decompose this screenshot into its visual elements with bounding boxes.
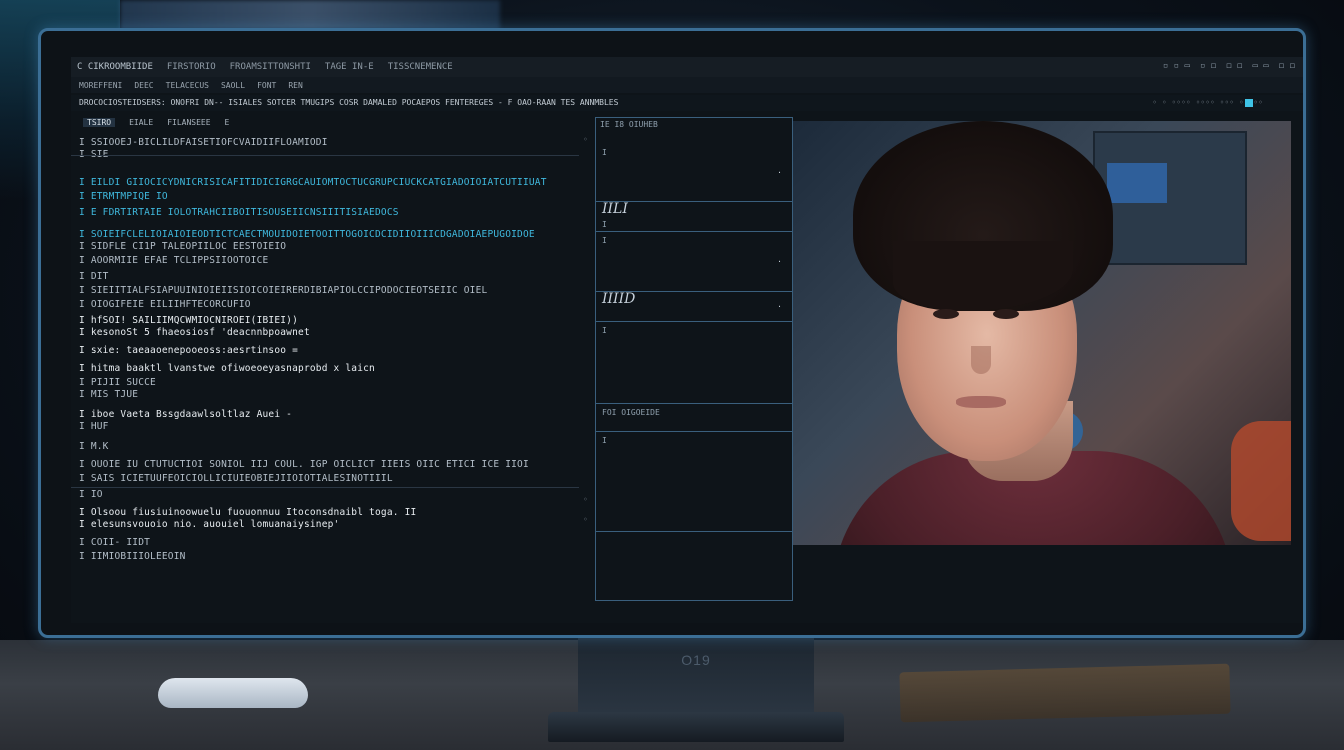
code-line[interactable]: I SIEIITIALFSIAPUUINIOIEIISIOICOIEIRERDI… [79, 285, 487, 296]
title-menu-3[interactable]: TAGE IN-E [325, 62, 374, 72]
gutter-mark: ◦ [583, 135, 588, 144]
title-menu-1[interactable]: FIRSTORIO [167, 62, 216, 72]
watch-marker: · [777, 257, 782, 266]
code-line[interactable]: I IIMIOBIIIOLEEOIN [79, 551, 186, 562]
watch-label: I [602, 220, 607, 229]
status-indicator-icon [1245, 99, 1253, 107]
window-controls: ▫ ▫ ▭ ▫ ◻ ◻ ◻ ▭ ▭ ◻ ◻ [1163, 61, 1295, 71]
watch-value: IIIID [602, 291, 636, 307]
code-line[interactable]: I sxie: taeaaoenepooeoss:aesrtinsoo = [79, 345, 298, 356]
code-line[interactable]: I AOORMIIE EFAE TCLIPPSIIOOTOICE [79, 255, 268, 266]
person-nose [971, 346, 991, 374]
menu-item[interactable]: DEEC [134, 81, 153, 90]
menu-item[interactable]: MOREFFENI [79, 81, 122, 90]
background-light-top [120, 0, 500, 30]
video-feed [793, 121, 1291, 545]
code-line[interactable]: I OIOGIFEIE EILIIHFTECORCUFIO [79, 299, 251, 310]
watch-value: IILI [602, 201, 628, 217]
window-title: C CIKROOMBIIDE [77, 62, 153, 72]
editor-tab[interactable]: EIALE [129, 118, 153, 127]
code-line[interactable]: I Olsoou fiusiuinoowuelu fuouonnuu Itoco… [79, 507, 416, 518]
mouse [158, 678, 308, 708]
watch-label: I [602, 326, 607, 335]
watch-label: I [602, 436, 607, 445]
window-control-3[interactable]: ◻ ◻ [1226, 61, 1242, 71]
watch-label: FOI OIGOEIDE [602, 408, 660, 417]
title-menu-2[interactable]: FROAMSITTONSHTI [230, 62, 311, 72]
code-editor[interactable]: TSIRO EIALE FILANSEEE E I SSIOOEJ-BICLIL… [71, 115, 579, 615]
code-line[interactable]: I E FDRTIRTAIE IOLOTRAHCIIBOITISOUSEIICN… [79, 207, 399, 218]
window-control-2[interactable]: ▫ ◻ [1200, 61, 1216, 71]
code-line[interactable]: I SSIOOEJ-BICLILDFAISETIOFCVAIDIIFLOAMIO… [79, 137, 328, 148]
code-line[interactable]: I SOIEIFCLELIOIAIOIEODTICTCAECTMOUIDOIET… [79, 229, 535, 240]
window-control-4[interactable]: ▭ ▭ [1252, 61, 1268, 71]
watch-row[interactable]: IILI I [596, 201, 792, 232]
menu-item[interactable]: SAOLL [221, 81, 245, 90]
watch-row[interactable]: I · [596, 232, 792, 292]
background-window-pane [1107, 163, 1167, 203]
editor-tabs: TSIRO EIALE FILANSEEE E [71, 115, 579, 129]
code-line[interactable]: I SIDFLE CI1P TALEOPIILOC EESTOIEIO [79, 241, 286, 252]
code-line[interactable]: I M.K [79, 441, 109, 452]
code-line[interactable]: I IO [79, 489, 103, 500]
window-control-5[interactable]: ◻ ◻ [1279, 61, 1295, 71]
lower-panel [595, 605, 1295, 619]
code-line[interactable]: I COII- IIDT [79, 537, 150, 548]
toolbar-text[interactable]: DROCOCIOSTEIDSERS: ONOFRI DN-- ISIALES S… [79, 98, 618, 107]
watch-row[interactable]: I [596, 322, 792, 404]
code-line[interactable]: I PIJII SUCCE [79, 377, 156, 388]
editor-tab[interactable]: E [225, 118, 230, 127]
monitor-stand: O19 [578, 638, 814, 716]
watch-panel: IE I8 OIUHEB I · IILI I I · IIIID · I FOI OIGOEID… [595, 117, 793, 601]
watch-row[interactable]: I [596, 432, 792, 532]
code-line[interactable]: I hitma baaktl lvanstwe ofiwoeoeyasnapro… [79, 363, 375, 374]
background-window [1093, 131, 1247, 265]
gutter-mark: ◦ [583, 515, 588, 524]
monitor-stand-base [548, 712, 844, 742]
code-line[interactable]: I DIT [79, 271, 109, 282]
person-mouth [956, 396, 1006, 408]
editor-tab[interactable]: FILANSEEE [167, 118, 210, 127]
code-line[interactable]: I EILDI GIIOCICYDNICRISICAFITIDICIGRGCAU… [79, 177, 547, 188]
person-eye [933, 309, 959, 319]
menu-item[interactable]: TELACECUS [166, 81, 209, 90]
editor-tab[interactable]: TSIRO [83, 117, 116, 127]
editor-divider [71, 155, 579, 156]
code-line[interactable]: I iboe Vaeta Bssgdaawlsoltlaz Auei - [79, 409, 292, 420]
code-line[interactable]: I elesunsvouoio nio. auouiel lomuanaiysi… [79, 519, 339, 530]
desk-papers [899, 663, 1231, 723]
code-line[interactable]: I MIS TJUE [79, 389, 138, 400]
watch-row[interactable]: FOI OIGOEIDE [596, 404, 792, 432]
menu-item[interactable]: FONT [257, 81, 276, 90]
code-line[interactable]: I OUOIE IU CTUTUCTIOI SONIOL IIJ COUL. I… [79, 459, 529, 470]
watch-row[interactable]: I · [596, 144, 792, 202]
monitor: C CIKROOMBIIDE FIRSTORIO FROAMSITTONSHTI… [38, 28, 1306, 638]
window-control-1[interactable]: ▫ ▫ ▭ [1163, 61, 1190, 71]
code-line[interactable]: I hfSOI! SAILIIMQCWMIOCNIROEI(IBIEI)) [79, 315, 298, 326]
scroll-gutter[interactable]: ◦ ◦ ◦ [581, 115, 595, 615]
editor-divider [71, 487, 579, 488]
title-menu-4[interactable]: TISSCNEMENCE [388, 62, 453, 72]
watch-label: I [602, 148, 607, 157]
title-bar: C CIKROOMBIIDE FIRSTORIO FROAMSITTONSHTI… [71, 57, 1303, 77]
watch-marker: · [777, 168, 782, 177]
background-object [1231, 421, 1291, 541]
gutter-mark: ◦ [583, 495, 588, 504]
code-line[interactable]: I HUF [79, 421, 109, 432]
code-line[interactable]: I SAIS ICIETUUFEOICIOLLICIUIEOBIEJIIOIOT… [79, 473, 393, 484]
menu-bar: MOREFFENI DEEC TELACECUS SAOLL FONT REN [71, 77, 1303, 93]
watch-row[interactable]: IIIID · [596, 291, 792, 322]
menu-item[interactable]: REN [288, 81, 302, 90]
code-line[interactable]: I ETRMTMPIQE IO [79, 191, 168, 202]
watch-marker: · [777, 302, 782, 311]
stand-label: O19 [681, 652, 711, 668]
code-line[interactable]: I kesonoSt 5 fhaeosiosf 'deacnnbpoawnet [79, 327, 310, 338]
watch-header: IE I8 OIUHEB [600, 120, 658, 129]
watch-label: I [602, 236, 607, 245]
person-eye [993, 309, 1019, 319]
toolbar: DROCOCIOSTEIDSERS: ONOFRI DN-- ISIALES S… [71, 95, 1303, 111]
screen: C CIKROOMBIIDE FIRSTORIO FROAMSITTONSHTI… [71, 57, 1303, 623]
